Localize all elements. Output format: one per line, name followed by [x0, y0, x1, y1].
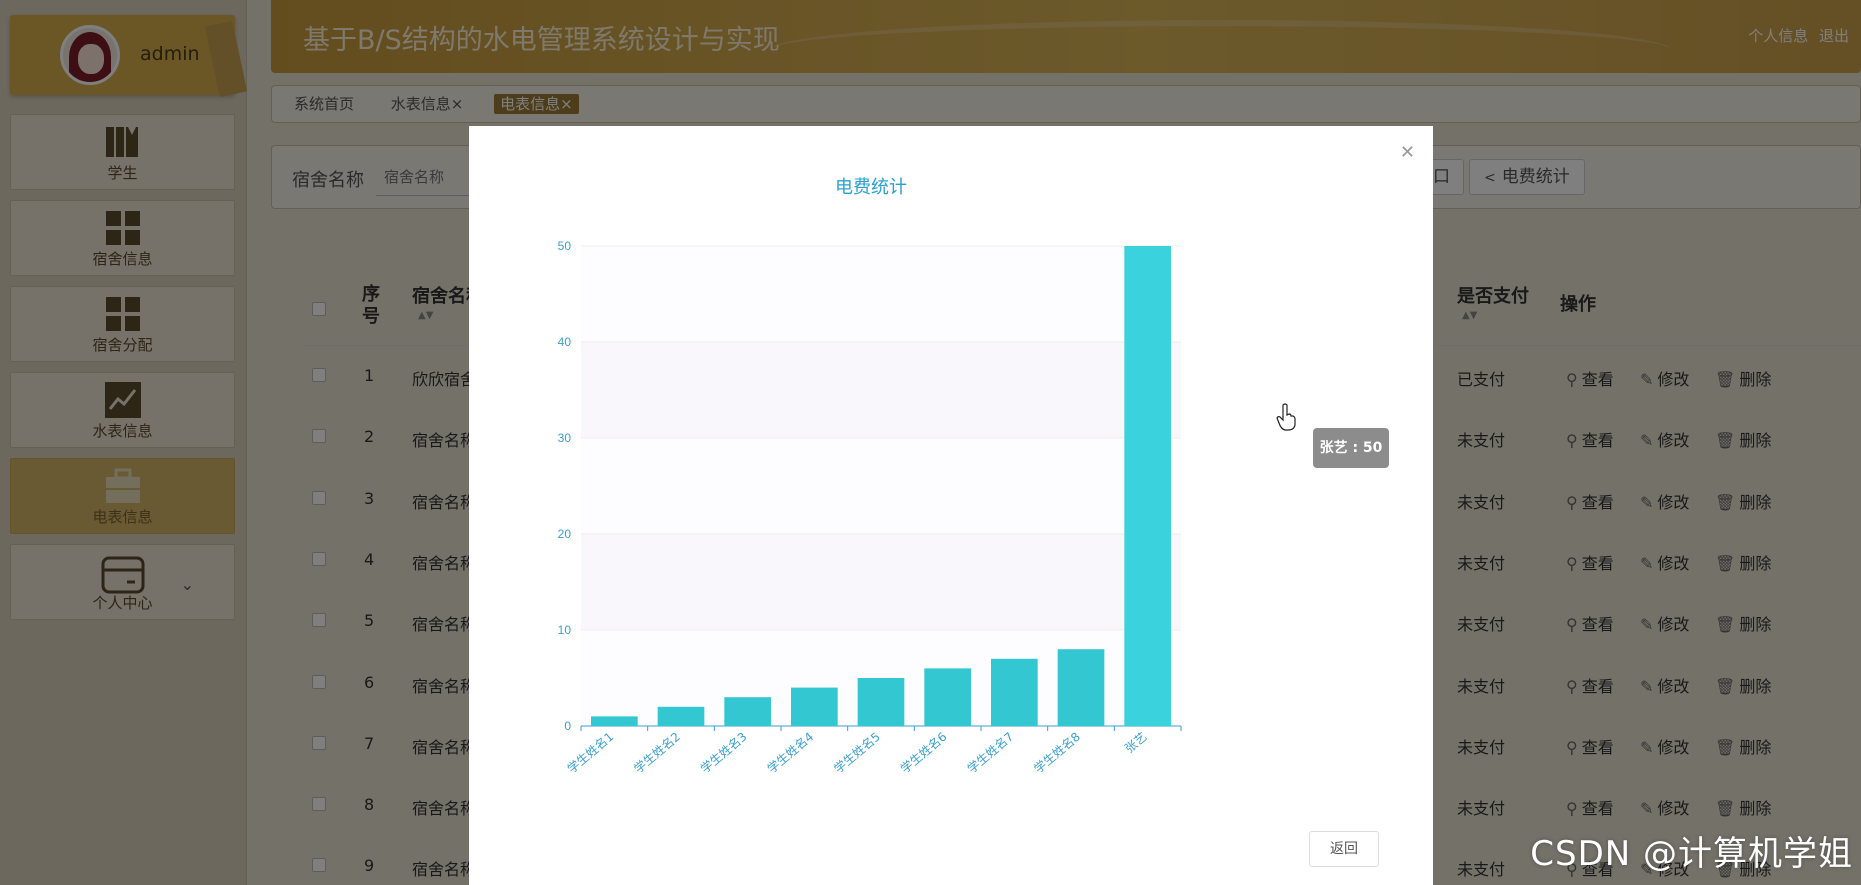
- grid-band: [581, 342, 1181, 438]
- bar: [591, 716, 638, 726]
- grid-band: [581, 534, 1181, 630]
- bar: [791, 687, 838, 726]
- bar: [857, 678, 905, 726]
- hand-cursor-icon: [1276, 403, 1296, 431]
- bar: [1057, 649, 1105, 726]
- y-tick-label: 20: [558, 527, 572, 541]
- chart-title: 电费统计: [835, 177, 907, 198]
- x-tick-label: 学生姓名8: [1031, 729, 1083, 776]
- x-tick-label: 学生姓名7: [964, 729, 1016, 776]
- bar: [657, 706, 705, 726]
- bar: [724, 697, 771, 726]
- x-tick-label: 学生姓名2: [631, 729, 683, 776]
- electric-fee-chart: 0 10 20 30 40 50 学生姓名1 学生姓名2 学生姓名3 学生姓名4 学生姓名5 学生姓名…: [558, 177, 1182, 776]
- y-tick-label: 50: [558, 239, 572, 253]
- x-tick-label: 学生姓名5: [831, 729, 883, 776]
- x-tick-label: 张艺: [1122, 730, 1149, 756]
- x-tick-label: 学生姓名1: [564, 729, 616, 776]
- back-button[interactable]: 返回: [1309, 831, 1379, 867]
- bar: [991, 658, 1038, 726]
- y-tick-label: 10: [558, 623, 572, 637]
- bar: [924, 668, 971, 726]
- bar: [1124, 246, 1171, 726]
- y-tick-label: 40: [558, 335, 572, 349]
- stats-modal: ✕ 0 10 20 30 40 50 学生姓名1 学生姓名2 学生姓名3 学生姓名4 学生姓名5 学生…: [469, 126, 1433, 885]
- grid-band: [581, 438, 1181, 534]
- x-tick-label: 学生姓名3: [697, 729, 749, 776]
- watermark: CSDN @计算机学姐: [1530, 834, 1853, 874]
- x-tick-label: 学生姓名4: [764, 729, 816, 776]
- y-tick-label: 0: [564, 719, 571, 733]
- grid-band: [581, 246, 1181, 342]
- x-tick-label: 学生姓名6: [897, 729, 949, 776]
- chart-tooltip: 张艺 : 50: [1313, 428, 1389, 468]
- y-tick-label: 30: [558, 431, 572, 445]
